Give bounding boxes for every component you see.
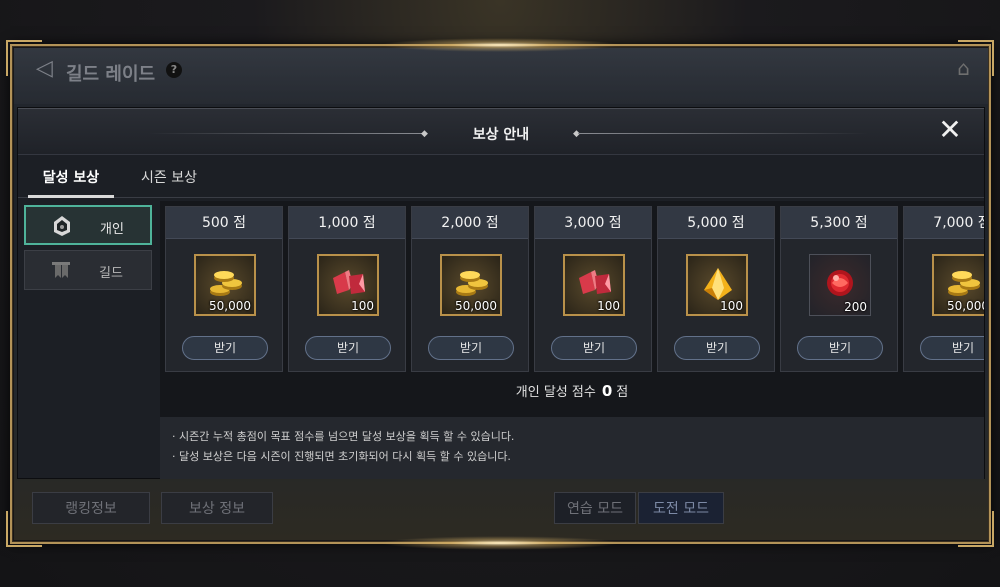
notes-panel: · 시즌간 누적 총점이 목표 점수를 넘으면 달성 보상을 획득 할 수 있습… xyxy=(160,417,984,479)
claim-button[interactable]: 받기 xyxy=(674,336,760,360)
reward-card: 3,000 점 100 받기 xyxy=(534,206,652,372)
tab-achievement-reward[interactable]: 달성 보상 xyxy=(28,164,114,198)
yellow-gem-icon xyxy=(698,264,738,304)
guild-banner-icon xyxy=(52,262,70,278)
personal-score: 개인 달성 점수 0 점 xyxy=(160,381,984,400)
reward-card: 7,000 점 50,000 받기 xyxy=(903,206,984,372)
gold-coins-icon xyxy=(452,264,492,304)
personal-score-value: 0 xyxy=(601,382,613,400)
reward-quantity: 50,000 xyxy=(947,299,984,313)
reward-item-slot[interactable]: 100 xyxy=(563,254,625,316)
frame-corner xyxy=(6,40,42,76)
red-crystal-icon xyxy=(329,264,369,304)
modal-title: 보상 안내 xyxy=(472,127,530,143)
reward-points: 500 점 xyxy=(166,207,282,239)
reward-quantity: 100 xyxy=(597,299,620,313)
reward-list: 500 점 50,000 받기 1,000 점 100 받기 2,000 점 50,000 받기… xyxy=(160,201,984,417)
sidebar-item-label: 개인 xyxy=(100,222,124,237)
reward-card: 1,000 점 100 받기 xyxy=(288,206,406,372)
sidebar-item-guild[interactable]: 길드 xyxy=(24,250,152,290)
red-crystal-icon xyxy=(575,264,615,304)
reward-item-slot[interactable]: 100 xyxy=(317,254,379,316)
reward-points: 3,000 점 xyxy=(535,207,651,239)
sidebar-item-personal[interactable]: 개인 xyxy=(24,205,152,245)
frame-glow-bottom xyxy=(380,536,620,550)
gold-coins-icon xyxy=(944,264,984,304)
claim-button[interactable]: 받기 xyxy=(182,336,268,360)
reward-points: 1,000 점 xyxy=(289,207,405,239)
hooded-person-icon xyxy=(54,216,70,236)
reward-quantity: 50,000 xyxy=(209,299,251,313)
reward-quantity: 100 xyxy=(351,299,374,313)
reward-points: 5,000 점 xyxy=(658,207,774,239)
frame-corner xyxy=(958,511,994,547)
note-line: · 달성 보상은 다음 시즌이 진행되면 초기화되어 다시 획득 할 수 있습니… xyxy=(172,450,511,463)
reward-item-slot[interactable]: 50,000 xyxy=(194,254,256,316)
tab-bar: 달성 보상 시즌 보상 xyxy=(18,156,984,198)
reward-guide-modal: ◆ 보상 안내 ◆ ✕ 달성 보상 시즌 보상 개인 길드 500 점 50,00… xyxy=(18,108,984,479)
reward-card: 5,000 점 100 받기 xyxy=(657,206,775,372)
header-divider xyxy=(578,133,868,134)
reward-item-slot[interactable]: 100 xyxy=(686,254,748,316)
gold-coins-icon xyxy=(206,264,246,304)
reward-quantity: 200 xyxy=(844,300,867,314)
reward-card: 5,300 점 200 받기 xyxy=(780,206,898,372)
claim-button[interactable]: 받기 xyxy=(797,336,883,360)
claim-button[interactable]: 받기 xyxy=(920,336,984,360)
reward-item-slot[interactable]: 50,000 xyxy=(440,254,502,316)
note-line: · 시즌간 누적 총점이 목표 점수를 넘으면 달성 보상을 획득 할 수 있습… xyxy=(172,430,515,443)
claim-button[interactable]: 받기 xyxy=(428,336,514,360)
frame-glow-top xyxy=(380,38,620,52)
claim-button[interactable]: 받기 xyxy=(551,336,637,360)
frame-corner xyxy=(958,40,994,76)
reward-points: 5,300 점 xyxy=(781,207,897,239)
sidebar-item-label: 길드 xyxy=(99,266,123,281)
reward-card: 2,000 점 50,000 받기 xyxy=(411,206,529,372)
reward-card: 500 점 50,000 받기 xyxy=(165,206,283,372)
personal-score-label: 개인 달성 점수 xyxy=(515,385,596,400)
frame-corner xyxy=(6,511,42,547)
reward-item-slot[interactable]: 200 xyxy=(809,254,871,316)
modal-header: ◆ 보상 안내 ◆ ✕ xyxy=(18,109,984,155)
reward-quantity: 50,000 xyxy=(455,299,497,313)
red-orb-icon xyxy=(820,263,860,303)
reward-points: 7,000 점 xyxy=(904,207,984,239)
personal-score-unit: 점 xyxy=(616,385,629,400)
reward-quantity: 100 xyxy=(720,299,743,313)
reward-points: 2,000 점 xyxy=(412,207,528,239)
reward-item-slot[interactable]: 50,000 xyxy=(932,254,984,316)
close-icon[interactable]: ✕ xyxy=(938,116,962,144)
claim-button[interactable]: 받기 xyxy=(305,336,391,360)
tab-season-reward[interactable]: 시즌 보상 xyxy=(126,164,212,198)
